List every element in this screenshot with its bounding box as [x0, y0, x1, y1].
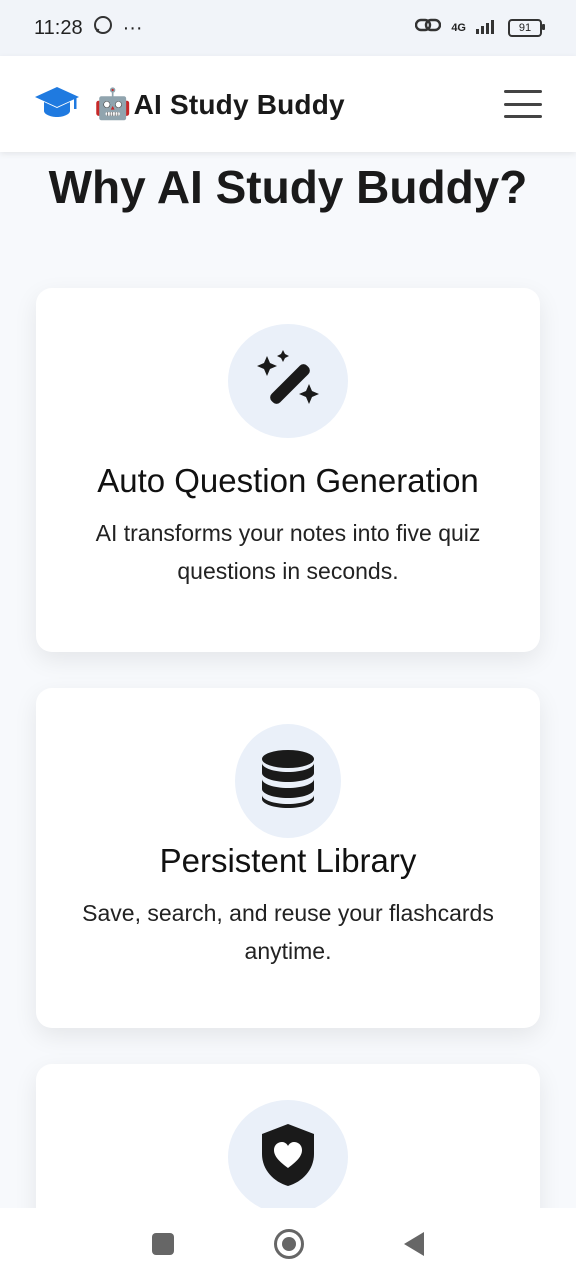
feature-icon-circle [228, 1100, 348, 1214]
status-left: 11:28 ··· [34, 15, 143, 41]
back-button[interactable] [404, 1232, 424, 1256]
graduation-cap-icon [34, 85, 80, 124]
link-icon [415, 16, 442, 40]
system-nav-bar [0, 1208, 576, 1280]
whatsapp-icon [93, 15, 113, 41]
section-title: Why AI Study Buddy? [48, 161, 528, 213]
battery-icon: 91 [508, 19, 545, 37]
home-button[interactable] [274, 1229, 304, 1259]
status-right: 4G 91 [415, 16, 545, 40]
robot-emoji: 🤖 [94, 87, 132, 121]
feature-card-library: Persistent Library Save, search, and reu… [36, 688, 540, 1028]
recent-apps-button[interactable] [152, 1233, 174, 1255]
database-icon [261, 749, 315, 814]
signal-icon [476, 17, 498, 40]
feature-description: AI transforms your notes into five quiz … [95, 520, 481, 584]
battery-level: 91 [518, 22, 532, 34]
more-notifications: ··· [122, 16, 143, 39]
feature-card-auto-question: Auto Question Generation AI transforms y… [36, 288, 540, 652]
feature-icon-circle [228, 324, 348, 438]
status-bar: 11:28 ··· 4G 91 [0, 0, 576, 56]
hamburger-line [504, 102, 542, 106]
hamburger-icon[interactable] [504, 90, 542, 118]
network-label: 4G [451, 22, 466, 34]
status-time: 11:28 [34, 16, 83, 39]
feature-description: Save, search, and reuse your flashcards … [82, 900, 494, 964]
feature-icon-circle [235, 724, 341, 838]
app-title-text: AI Study Buddy [133, 88, 345, 120]
hamburger-line [504, 115, 542, 118]
shield-heart-icon [259, 1122, 317, 1193]
feature-title: Persistent Library [159, 842, 417, 879]
navbar: 🤖AI Study Buddy [0, 56, 576, 152]
magic-wand-icon [255, 348, 321, 415]
brand[interactable]: 🤖AI Study Buddy [34, 85, 345, 124]
app-title: 🤖AI Study Buddy [94, 87, 345, 122]
feature-title: Auto Question Generation [97, 462, 479, 499]
hamburger-line [504, 90, 542, 93]
